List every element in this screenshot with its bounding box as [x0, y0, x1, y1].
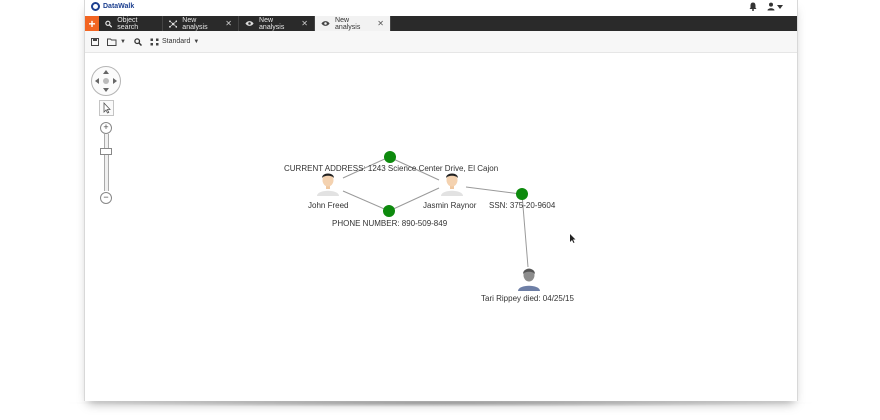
tab-label: New analysis [335, 16, 361, 31]
eye-icon [245, 21, 254, 26]
app-name: DataWalk [103, 3, 135, 10]
john-freed-label: John Freed [308, 201, 349, 210]
open-folder-button[interactable]: ▼ [107, 38, 126, 46]
deceased-person-icon [518, 268, 540, 291]
person-john-freed[interactable] [316, 170, 340, 201]
person-tari-rippey[interactable] [517, 265, 541, 296]
tab-new-analysis-2[interactable]: New analysis ✕ [239, 16, 315, 31]
analysis-toolbar: ▼ Standard ▼ [85, 31, 797, 53]
chevron-down-icon: ▼ [120, 38, 126, 45]
tab-object-search[interactable]: Object search [99, 16, 163, 31]
tab-bar: + Object search New analysis ✕ New analy… [85, 16, 797, 31]
male-person-icon [441, 173, 463, 196]
app-window: DataWalk + Object search New analysis ✕ … [84, 0, 798, 401]
bell-icon[interactable] [749, 2, 757, 11]
edge [465, 186, 522, 195]
add-tab-button[interactable]: + [85, 16, 99, 31]
address-label: CURRENT ADDRESS: 1243 Science Center Dri… [284, 164, 499, 173]
close-icon[interactable]: ✕ [377, 19, 384, 28]
tab-label: Object search [117, 16, 139, 31]
layout-dropdown[interactable]: Standard ▼ [150, 38, 199, 46]
save-icon [91, 37, 99, 46]
close-icon[interactable]: ✕ [225, 19, 232, 28]
folder-icon [107, 38, 117, 46]
chevron-down-icon: ▼ [193, 38, 200, 45]
ssn-label: SSN: 375-20-9604 [489, 201, 556, 210]
close-icon[interactable]: ✕ [301, 19, 308, 28]
cursor-icon [570, 234, 576, 243]
tab-new-analysis-active[interactable]: New analysis ✕ [315, 16, 391, 31]
address-node[interactable] [384, 151, 396, 163]
phone-node[interactable] [383, 205, 395, 217]
ssn-node[interactable] [516, 188, 528, 200]
graph-canvas[interactable]: + − CURRENT ADDRESS: 1243 Science Center… [85, 53, 797, 401]
search-button[interactable] [134, 37, 142, 46]
app-header: DataWalk [85, 0, 797, 16]
tab-label: New analysis [259, 16, 285, 31]
male-person-icon [317, 173, 339, 196]
save-button[interactable] [91, 37, 99, 46]
chevron-down-icon [777, 4, 783, 9]
eye-icon [321, 21, 330, 26]
jasmin-raynor-label: Jasmin Raynor [423, 201, 477, 210]
logo-icon [91, 2, 100, 11]
layout-icon [150, 38, 159, 45]
network-icon [169, 19, 178, 28]
tari-rippey-label: Tari Rippey died: 04/25/15 [481, 294, 574, 303]
person-jasmin-raynor[interactable] [440, 170, 464, 201]
tab-new-analysis-1[interactable]: New analysis ✕ [163, 16, 239, 31]
app-logo[interactable]: DataWalk [91, 2, 134, 11]
phone-label: PHONE NUMBER: 890-509-849 [332, 219, 448, 228]
tab-label: New analysis [182, 16, 208, 31]
search-icon [134, 37, 142, 46]
search-icon [105, 20, 113, 28]
layout-label: Standard [161, 38, 191, 45]
user-icon [767, 2, 775, 11]
edge [342, 190, 390, 212]
user-menu-button[interactable] [767, 2, 783, 11]
